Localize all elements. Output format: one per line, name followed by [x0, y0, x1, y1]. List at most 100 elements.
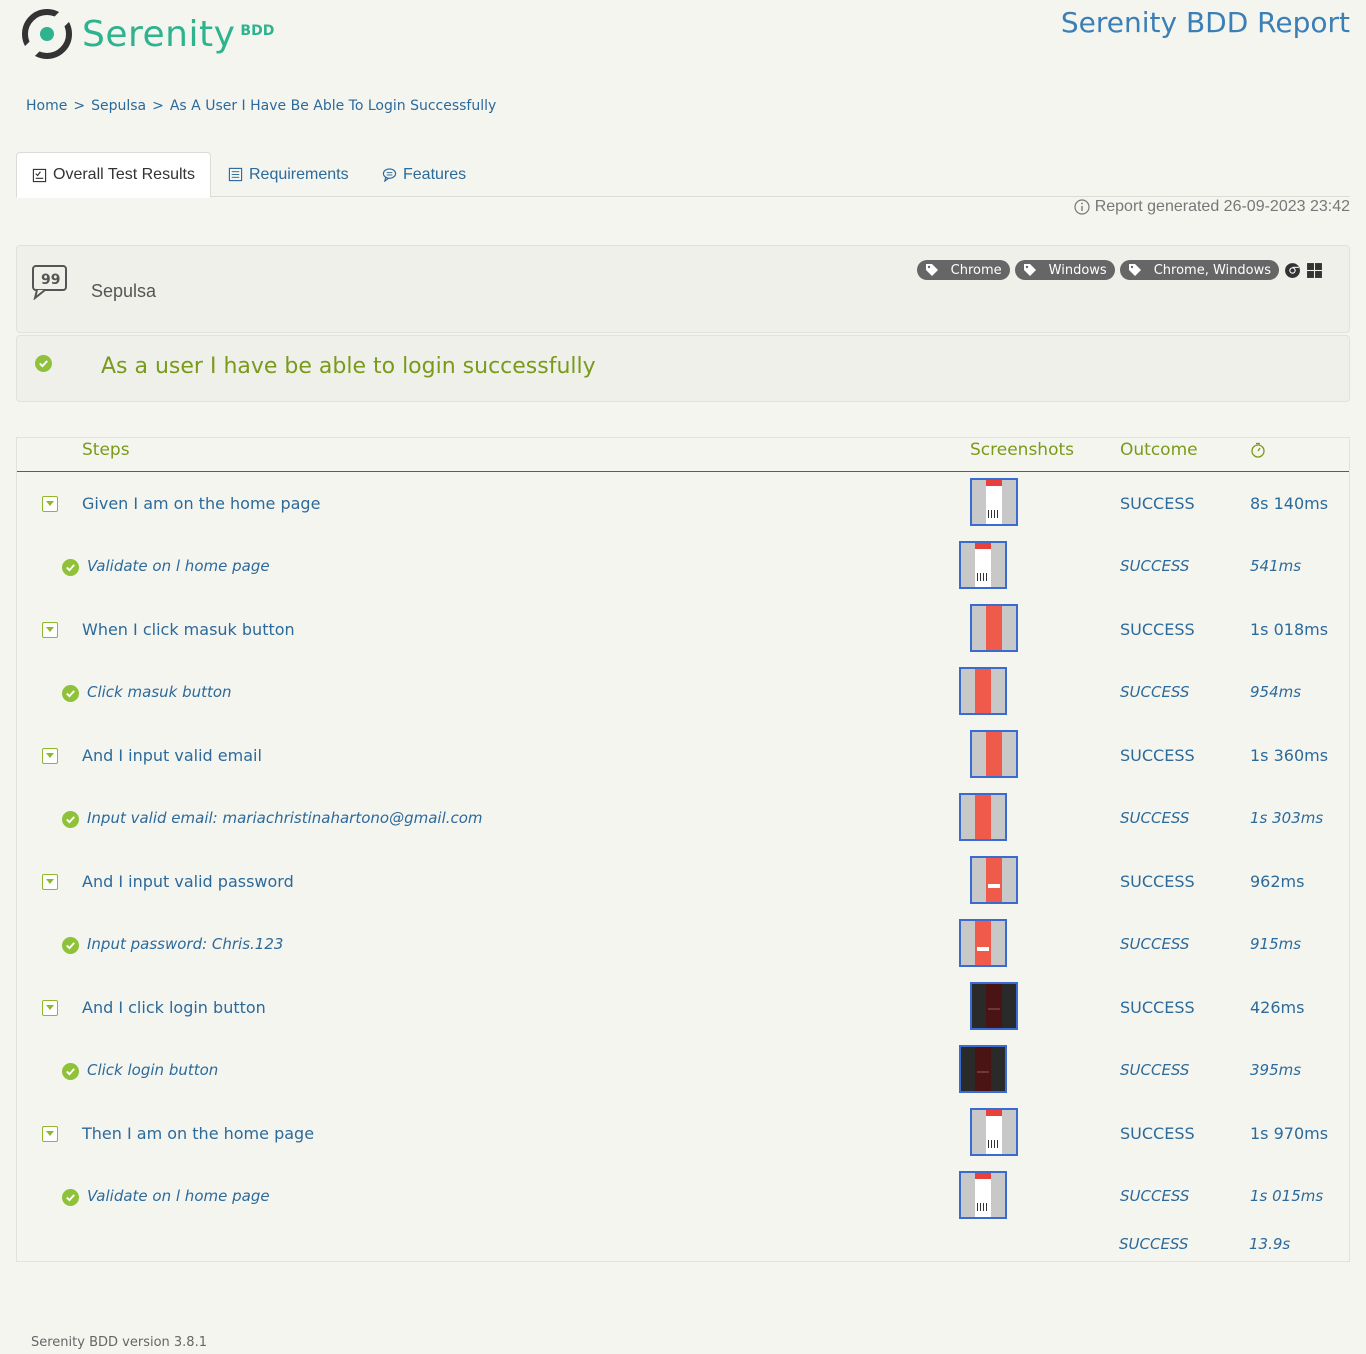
step-row[interactable]: When I click masuk button SUCCESS 1s 018ms	[17, 602, 1349, 665]
substep-row: Input password: Chris.123 SUCCESS 915ms	[17, 917, 1349, 980]
step-description: Input password: Chris.123	[87, 935, 284, 953]
step-duration: 915ms	[1250, 935, 1302, 953]
step-description: And I click login button	[82, 998, 266, 1017]
tab-label: Features	[403, 165, 467, 183]
step-duration: 8s 140ms	[1250, 494, 1329, 513]
screenshot-thumbnail[interactable]	[959, 667, 1007, 715]
step-outcome: SUCCESS	[1120, 809, 1190, 827]
expand-toggle-icon[interactable]	[42, 1000, 58, 1016]
step-outcome: SUCCESS	[1120, 872, 1195, 891]
step-outcome: SUCCESS	[1120, 998, 1195, 1017]
screenshot-thumbnail[interactable]	[959, 1045, 1007, 1093]
step-outcome: SUCCESS	[1120, 683, 1190, 701]
windows-icon	[1307, 262, 1322, 278]
tag-label: Chrome	[950, 262, 1002, 278]
serenity-logo[interactable]: Serenity BDD	[20, 6, 274, 62]
chrome-icon	[1285, 262, 1300, 278]
step-outcome: SUCCESS	[1120, 494, 1195, 513]
screenshot-thumbnail[interactable]	[970, 604, 1018, 652]
step-duration: 1s 303ms	[1250, 809, 1324, 827]
tag-icon	[925, 264, 938, 276]
step-duration: 1s 018ms	[1250, 620, 1329, 639]
step-duration: 541ms	[1250, 557, 1302, 575]
serenity-logo-icon	[22, 9, 72, 59]
tab-requirements[interactable]: Requirements	[228, 152, 349, 197]
expand-toggle-icon[interactable]	[42, 496, 58, 512]
breadcrumb-separator: >	[73, 98, 86, 114]
step-outcome: SUCCESS	[1120, 1187, 1190, 1205]
success-check-icon	[62, 811, 79, 828]
step-duration: 1s 360ms	[1250, 746, 1329, 765]
screenshot-thumbnail[interactable]	[959, 919, 1007, 967]
step-description: When I click masuk button	[82, 620, 295, 639]
breadcrumb: Home > Sepulsa > As A User I Have Be Abl…	[26, 98, 496, 114]
success-check-icon	[62, 559, 79, 576]
step-outcome: SUCCESS	[1120, 557, 1190, 575]
breadcrumb-home-link[interactable]: Home	[26, 98, 67, 114]
feature-panel: 99 Sepulsa Chrome Windows Chrome, Window…	[16, 245, 1350, 333]
tab-features[interactable]: Features	[382, 152, 466, 197]
header-outcome: Outcome	[1120, 440, 1198, 460]
steps-table: Steps Screenshots Outcome Given I am on …	[16, 437, 1350, 1262]
step-row[interactable]: Given I am on the home page SUCCESS 8s 140…	[17, 476, 1349, 539]
success-check-icon	[35, 355, 52, 372]
info-icon	[1074, 199, 1090, 215]
success-check-icon	[62, 1189, 79, 1206]
step-duration: 954ms	[1250, 683, 1302, 701]
step-description: And I input valid email	[82, 746, 262, 765]
step-row[interactable]: Then I am on the home page SUCCESS 1s 970m…	[17, 1106, 1349, 1169]
tag-windows[interactable]: Windows	[1014, 260, 1115, 280]
step-duration: 1s 015ms	[1250, 1187, 1324, 1205]
expand-toggle-icon[interactable]	[42, 748, 58, 764]
step-row[interactable]: And I click login button SUCCESS 426ms	[17, 980, 1349, 1043]
tag-chrome[interactable]: Chrome	[916, 260, 1010, 280]
step-duration: 395ms	[1250, 1061, 1302, 1079]
screenshot-thumbnail[interactable]	[970, 982, 1018, 1030]
expand-toggle-icon[interactable]	[42, 874, 58, 890]
steps-table-header: Steps Screenshots Outcome	[17, 438, 1349, 472]
step-description: Input valid email: mariachristinahartono…	[87, 809, 483, 827]
screenshot-thumbnail[interactable]	[970, 730, 1018, 778]
step-row[interactable]: And I input valid email SUCCESS 1s 360ms	[17, 728, 1349, 791]
substep-row: Input valid email: mariachristinahartono…	[17, 791, 1349, 854]
scenario-panel: As a user I have be able to login succes…	[16, 335, 1350, 402]
checklist-icon	[32, 168, 47, 182]
screenshot-thumbnail[interactable]	[959, 1171, 1007, 1219]
tab-label: Overall Test Results	[53, 166, 195, 183]
tag-icon	[1128, 264, 1141, 276]
step-description: Validate on l home page	[87, 557, 270, 575]
tag-label: Chrome, Windows	[1153, 262, 1271, 278]
list-icon	[228, 167, 243, 182]
breadcrumb-separator: >	[152, 98, 164, 114]
step-outcome: SUCCESS	[1120, 1061, 1190, 1079]
screenshot-thumbnail[interactable]	[959, 541, 1007, 589]
step-description: Given I am on the home page	[82, 494, 321, 513]
substep-row: Validate on l home page SUCCESS 541ms	[17, 539, 1349, 602]
comment-icon	[382, 168, 397, 182]
breadcrumb-feature-link[interactable]: Sepulsa	[91, 98, 146, 114]
step-duration: 962ms	[1250, 872, 1305, 891]
scenario-title: As a user I have be able to login succes…	[101, 354, 596, 379]
header-steps: Steps	[82, 440, 130, 460]
step-description: And I input valid password	[82, 872, 294, 891]
footer-version: Serenity BDD version 3.8.1	[31, 1335, 207, 1350]
substep-row: Click masuk button SUCCESS 954ms	[17, 665, 1349, 728]
expand-toggle-icon[interactable]	[42, 622, 58, 638]
step-outcome: SUCCESS	[1120, 620, 1195, 639]
screenshot-thumbnail[interactable]	[970, 1108, 1018, 1156]
success-check-icon	[62, 937, 79, 954]
step-row[interactable]: And I input valid password SUCCESS 962ms	[17, 854, 1349, 917]
screenshot-thumbnail[interactable]	[970, 856, 1018, 904]
header-screenshots: Screenshots	[970, 440, 1075, 460]
expand-toggle-icon[interactable]	[42, 1126, 58, 1142]
screenshot-thumbnail[interactable]	[970, 478, 1018, 526]
total-outcome: SUCCESS	[1119, 1235, 1189, 1253]
tag-chrome-windows[interactable]: Chrome, Windows	[1119, 260, 1279, 280]
step-description: Click login button	[87, 1061, 219, 1079]
tag-list: Chrome Windows Chrome, Windows	[916, 260, 1323, 280]
success-check-icon	[62, 1063, 79, 1080]
step-outcome: SUCCESS	[1120, 935, 1190, 953]
quote-bubble-icon: 99	[32, 265, 67, 300]
screenshot-thumbnail[interactable]	[959, 793, 1007, 841]
tab-overall-test-results[interactable]: Overall Test Results	[16, 152, 211, 198]
